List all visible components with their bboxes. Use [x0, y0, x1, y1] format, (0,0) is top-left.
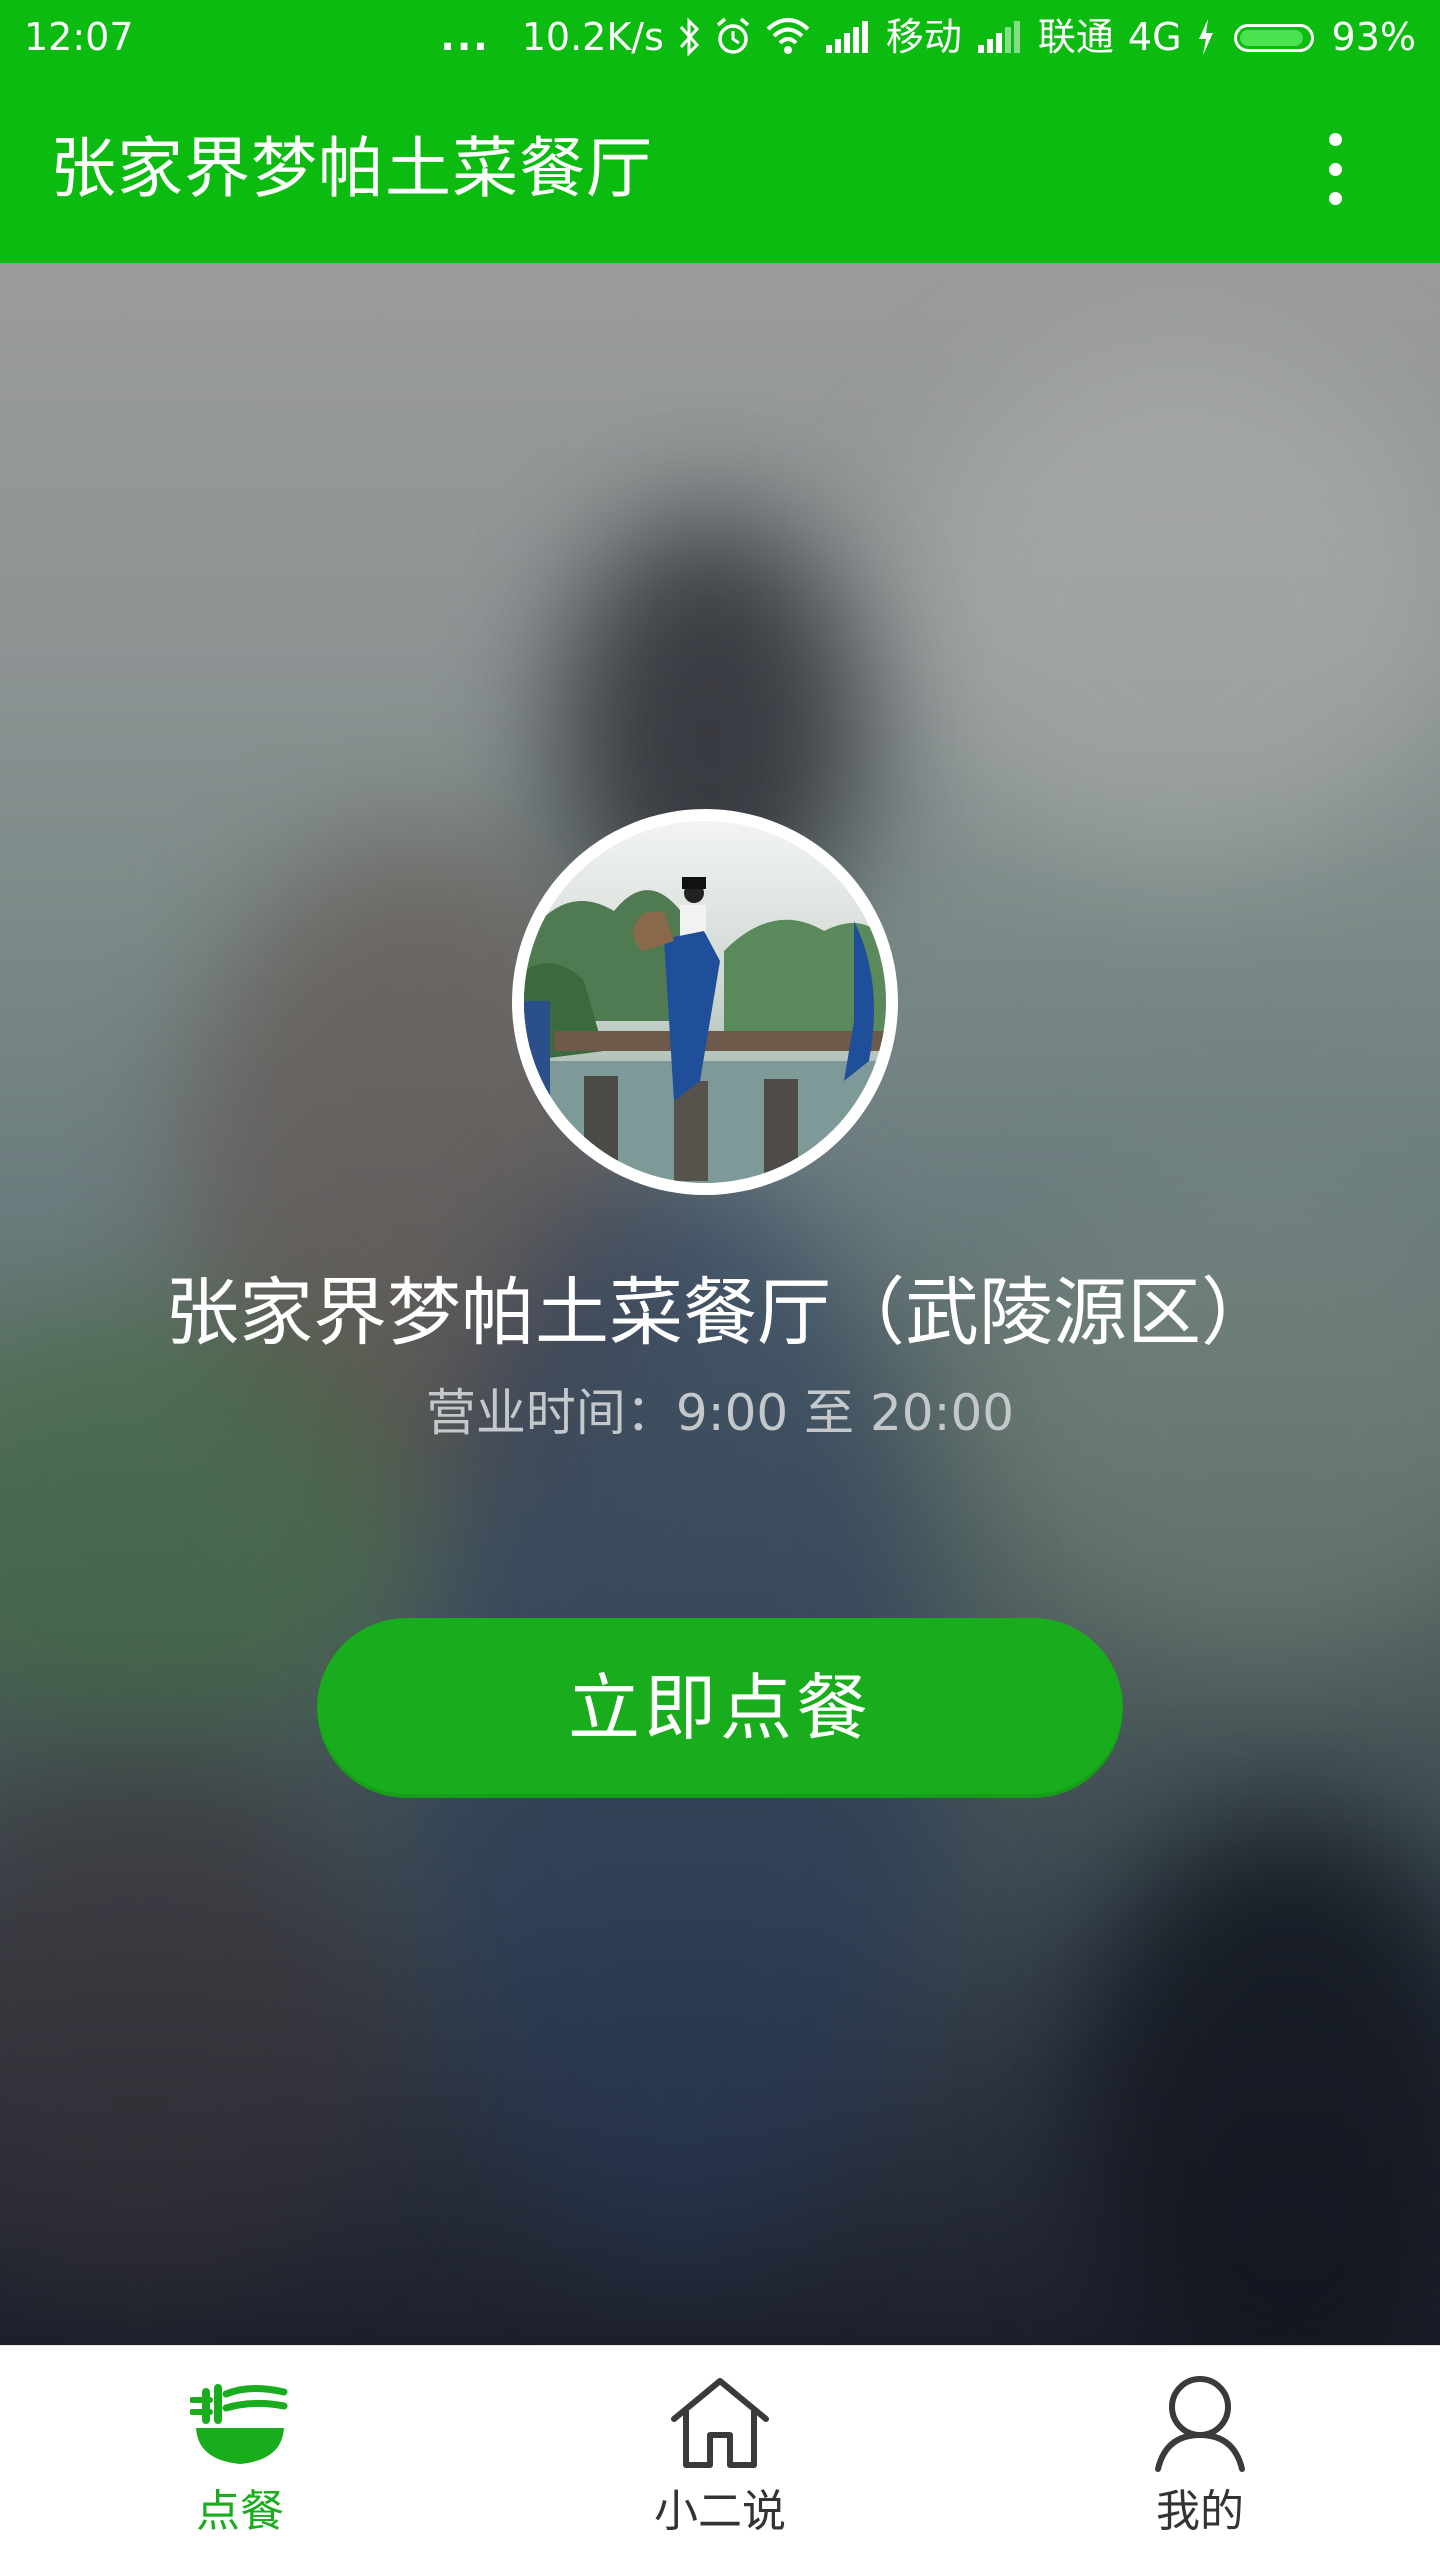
signal-icon-2 [976, 0, 1024, 75]
carrier-2: 联通 [1037, 15, 1114, 59]
battery-icon [1233, 23, 1314, 52]
status-bar: 12:07 ... 10.2K/s 移动 联通 4G 93% [0, 0, 1440, 75]
more-dot [1328, 162, 1342, 176]
store-avatar [512, 809, 898, 1195]
tab-xiaoer[interactable]: 小二说 [480, 2346, 960, 2560]
status-right: ... 10.2K/s 移动 联通 4G 93% [440, 0, 1416, 75]
background-blur [0, 1763, 380, 2283]
network-type: 4G [1127, 15, 1182, 59]
tab-order[interactable]: 点餐 [0, 2346, 480, 2560]
signal-icon [824, 0, 872, 75]
background-blur [1080, 1813, 1440, 2345]
noodle-bowl-icon [185, 2368, 295, 2478]
status-time: 12:07 [24, 15, 134, 59]
business-hours: 营业时间：9:00 至 20:00 [425, 1384, 1015, 1442]
wifi-icon [766, 0, 810, 75]
network-speed: 10.2K/s [521, 15, 664, 59]
app-title: 张家界梦帕土菜餐厅 [50, 130, 653, 207]
bluetooth-icon [678, 0, 700, 75]
order-now-button[interactable]: 立即点餐 [317, 1618, 1123, 1798]
background-blur [900, 343, 1440, 863]
battery-percent: 93% [1331, 15, 1416, 59]
tab-mine-label: 我的 [1156, 2486, 1244, 2537]
bottom-nav: 点餐 小二说 我的 [0, 2345, 1440, 2560]
hero-background: 张家界梦帕土菜餐厅（武陵源区） 营业时间：9:00 至 20:00 立即点餐 [0, 263, 1440, 2345]
store-name: 张家界梦帕土菜餐厅（武陵源区） [165, 1270, 1275, 1356]
more-dot [1328, 133, 1342, 146]
more-dot [1328, 192, 1342, 205]
more-vert-icon[interactable] [1310, 127, 1360, 211]
carrier-1: 移动 [885, 15, 962, 59]
tab-xiaoer-label: 小二说 [654, 2486, 786, 2537]
tab-order-label: 点餐 [196, 2486, 284, 2537]
alarm-icon [714, 0, 752, 75]
person-icon [1145, 2368, 1255, 2478]
status-more-dots: ... [440, 15, 490, 59]
app-bar: 张家界梦帕土菜餐厅 [0, 75, 1440, 263]
avatar-photo [524, 821, 886, 1183]
charging-icon [1196, 0, 1216, 75]
screen: 12:07 ... 10.2K/s 移动 联通 4G 93% 张家界梦帕土菜餐厅… [0, 0, 1440, 2560]
tab-mine[interactable]: 我的 [960, 2346, 1440, 2560]
home-icon [665, 2368, 775, 2478]
